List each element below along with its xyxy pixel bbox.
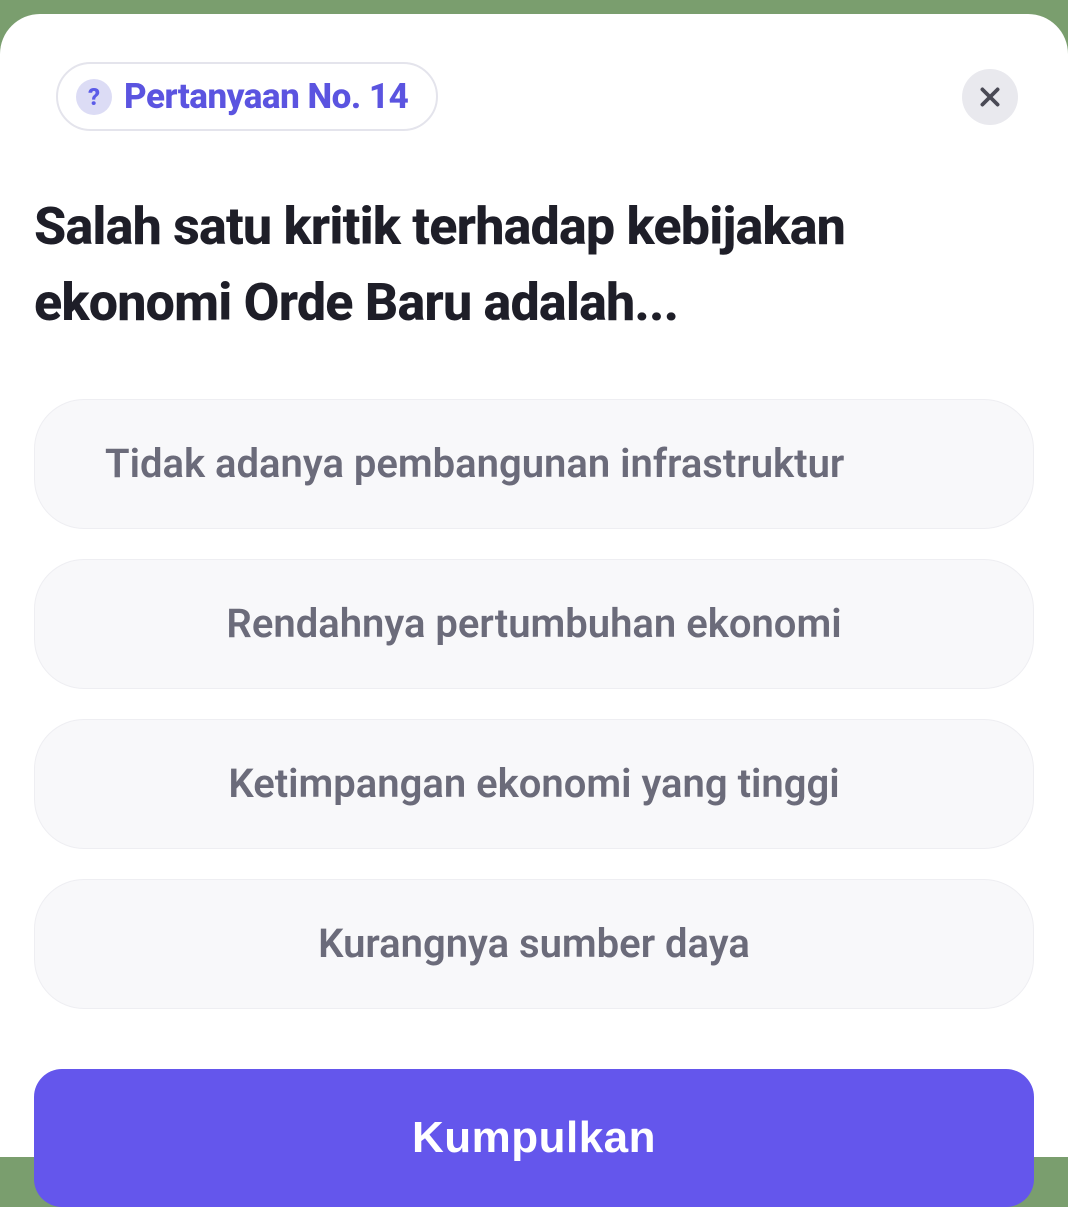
- option-3[interactable]: Ketimpangan ekonomi yang tinggi: [34, 719, 1034, 849]
- submit-button[interactable]: Kumpulkan: [34, 1069, 1034, 1207]
- close-icon: [977, 84, 1003, 110]
- option-2[interactable]: Rendahnya pertumbuhan ekonomi: [34, 559, 1034, 689]
- question-mark-icon: ?: [76, 79, 112, 115]
- question-modal: ? Pertanyaan No. 14 Salah satu kritik te…: [0, 14, 1068, 1157]
- question-number-label: Pertanyaan No. 14: [124, 76, 408, 117]
- close-button[interactable]: [962, 69, 1018, 125]
- modal-header: ? Pertanyaan No. 14: [34, 62, 1034, 131]
- option-1[interactable]: Tidak adanya pembangunan infrastruktur: [34, 399, 1034, 529]
- option-4[interactable]: Kurangnya sumber daya: [34, 879, 1034, 1009]
- options-list: Tidak adanya pembangunan infrastruktur R…: [34, 399, 1034, 1009]
- question-text: Salah satu kritik terhadap kebijakan eko…: [34, 189, 1034, 341]
- question-number-badge: ? Pertanyaan No. 14: [56, 62, 438, 131]
